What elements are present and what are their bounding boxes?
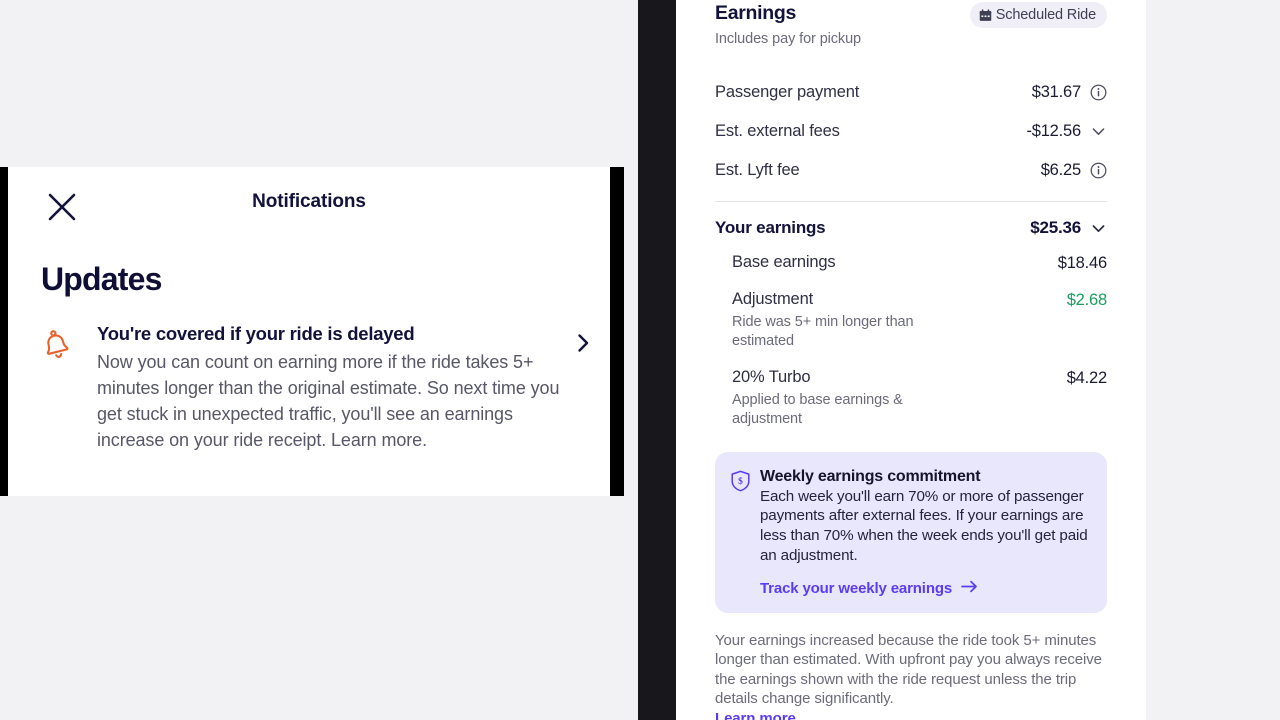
breakdown-value: $2.68 [1066,291,1107,310]
fee-value: -$12.56 [1026,122,1081,141]
breakdown-text: Base earnings [732,253,836,273]
earnings-breakdown-list: Base earnings $18.46 Adjustment Ride was… [715,253,1107,429]
fee-row-passenger-payment: Passenger payment $31.67 [715,73,1107,112]
bell-icon [41,328,75,365]
chevron-right-icon[interactable] [572,332,596,359]
chevron-down-icon[interactable] [1090,220,1107,237]
fee-label: Est. external fees [715,122,840,141]
updates-heading: Updates [41,261,162,297]
breakdown-label: Adjustment [732,290,814,309]
earnings-device-frame: Earnings Includes pay for pickup Schedul… [638,0,1146,720]
fee-label: Est. Lyft fee [715,161,800,180]
notifications-nav-bar: Notifications [8,167,610,239]
fee-value: $6.25 [1040,161,1081,180]
arrow-right-icon [961,580,978,597]
earnings-footnote: Your earnings increased because the ride… [715,631,1102,708]
breakdown-item-base-earnings: Base earnings $18.46 [732,253,1107,273]
breakdown-value: $4.22 [1066,369,1107,388]
earnings-screen: Earnings Includes pay for pickup Schedul… [676,0,1146,720]
earnings-title: Earnings [715,2,797,24]
fee-row-external-fees[interactable]: Est. external fees -$12.56 [715,112,1107,151]
your-earnings-value: $25.36 [1030,218,1081,238]
svg-text:$: $ [738,476,743,487]
fee-value: $31.67 [1031,83,1081,102]
fee-value-group: $31.67 [1032,83,1107,102]
breakdown-text: 20% Turbo Applied to base earnings & adj… [732,368,947,429]
earnings-header-text: Earnings Includes pay for pickup [715,2,861,47]
learn-more-link[interactable]: Learn more [715,710,1107,720]
weekly-earnings-commitment-card: $ Weekly earnings commitment Each week y… [715,451,1107,613]
notification-description: Now you can count on earning more if the… [97,352,560,451]
track-weekly-earnings-label: Track your weekly earnings [760,579,953,597]
chevron-down-icon[interactable] [1090,123,1107,140]
breakdown-item-turbo: 20% Turbo Applied to base earnings & adj… [732,368,1107,429]
shield-dollar-icon: $ [730,470,751,497]
commitment-body: Weekly earnings commitment Each week you… [760,468,1090,597]
calendar-icon [979,8,992,22]
breakdown-label: 20% Turbo [732,368,811,387]
your-earnings-row[interactable]: Your earnings $25.36 [715,204,1107,252]
earnings-header: Earnings Includes pay for pickup Schedul… [715,0,1107,47]
fee-rows: Passenger payment $31.67 Est. external f… [715,73,1107,190]
notification-title: You're covered if your ride is delayed [97,323,415,344]
fee-label: Passenger payment [715,83,860,102]
scheduled-ride-badge: Scheduled Ride [969,2,1107,28]
your-earnings-label: Your earnings [715,218,826,238]
breakdown-value: $18.46 [1057,254,1107,273]
fee-row-lyft-fee: Est. Lyft fee $6.25 [715,151,1107,190]
breakdown-label: Base earnings [732,253,836,272]
fee-value-group: -$12.56 [1026,122,1107,141]
your-earnings-value-group: $25.36 [1030,218,1107,238]
commitment-title: Weekly earnings commitment [760,467,981,485]
commitment-text: Each week you'll earn 70% or more of pas… [760,487,1088,564]
breakdown-note: Ride was 5+ min longer than estimated [732,314,914,350]
section-divider [715,201,1107,203]
track-weekly-earnings-link[interactable]: Track your weekly earnings [760,580,1090,597]
notification-list-item[interactable]: You're covered if your ride is delayed N… [41,322,596,454]
breakdown-item-adjustment: Adjustment Ride was 5+ min longer than e… [732,290,1107,351]
earnings-subtitle: Includes pay for pickup [715,31,862,48]
info-circle-icon[interactable] [1090,84,1107,101]
notifications-screen: Notifications Updates You're covered if … [8,167,610,496]
breakdown-text: Adjustment Ride was 5+ min longer than e… [732,290,947,351]
breakdown-note: Applied to base earnings & adjustment [732,392,903,428]
info-circle-icon[interactable] [1090,162,1107,179]
notification-text-block: You're covered if your ride is delayed N… [75,322,572,454]
fee-value-group: $6.25 [1041,161,1107,180]
notifications-device-frame: Notifications Updates You're covered if … [0,167,624,496]
screenshot-stage: Notifications Updates You're covered if … [0,0,1280,720]
notifications-title: Notifications [252,191,366,212]
scheduled-ride-badge-label: Scheduled Ride [995,7,1096,23]
